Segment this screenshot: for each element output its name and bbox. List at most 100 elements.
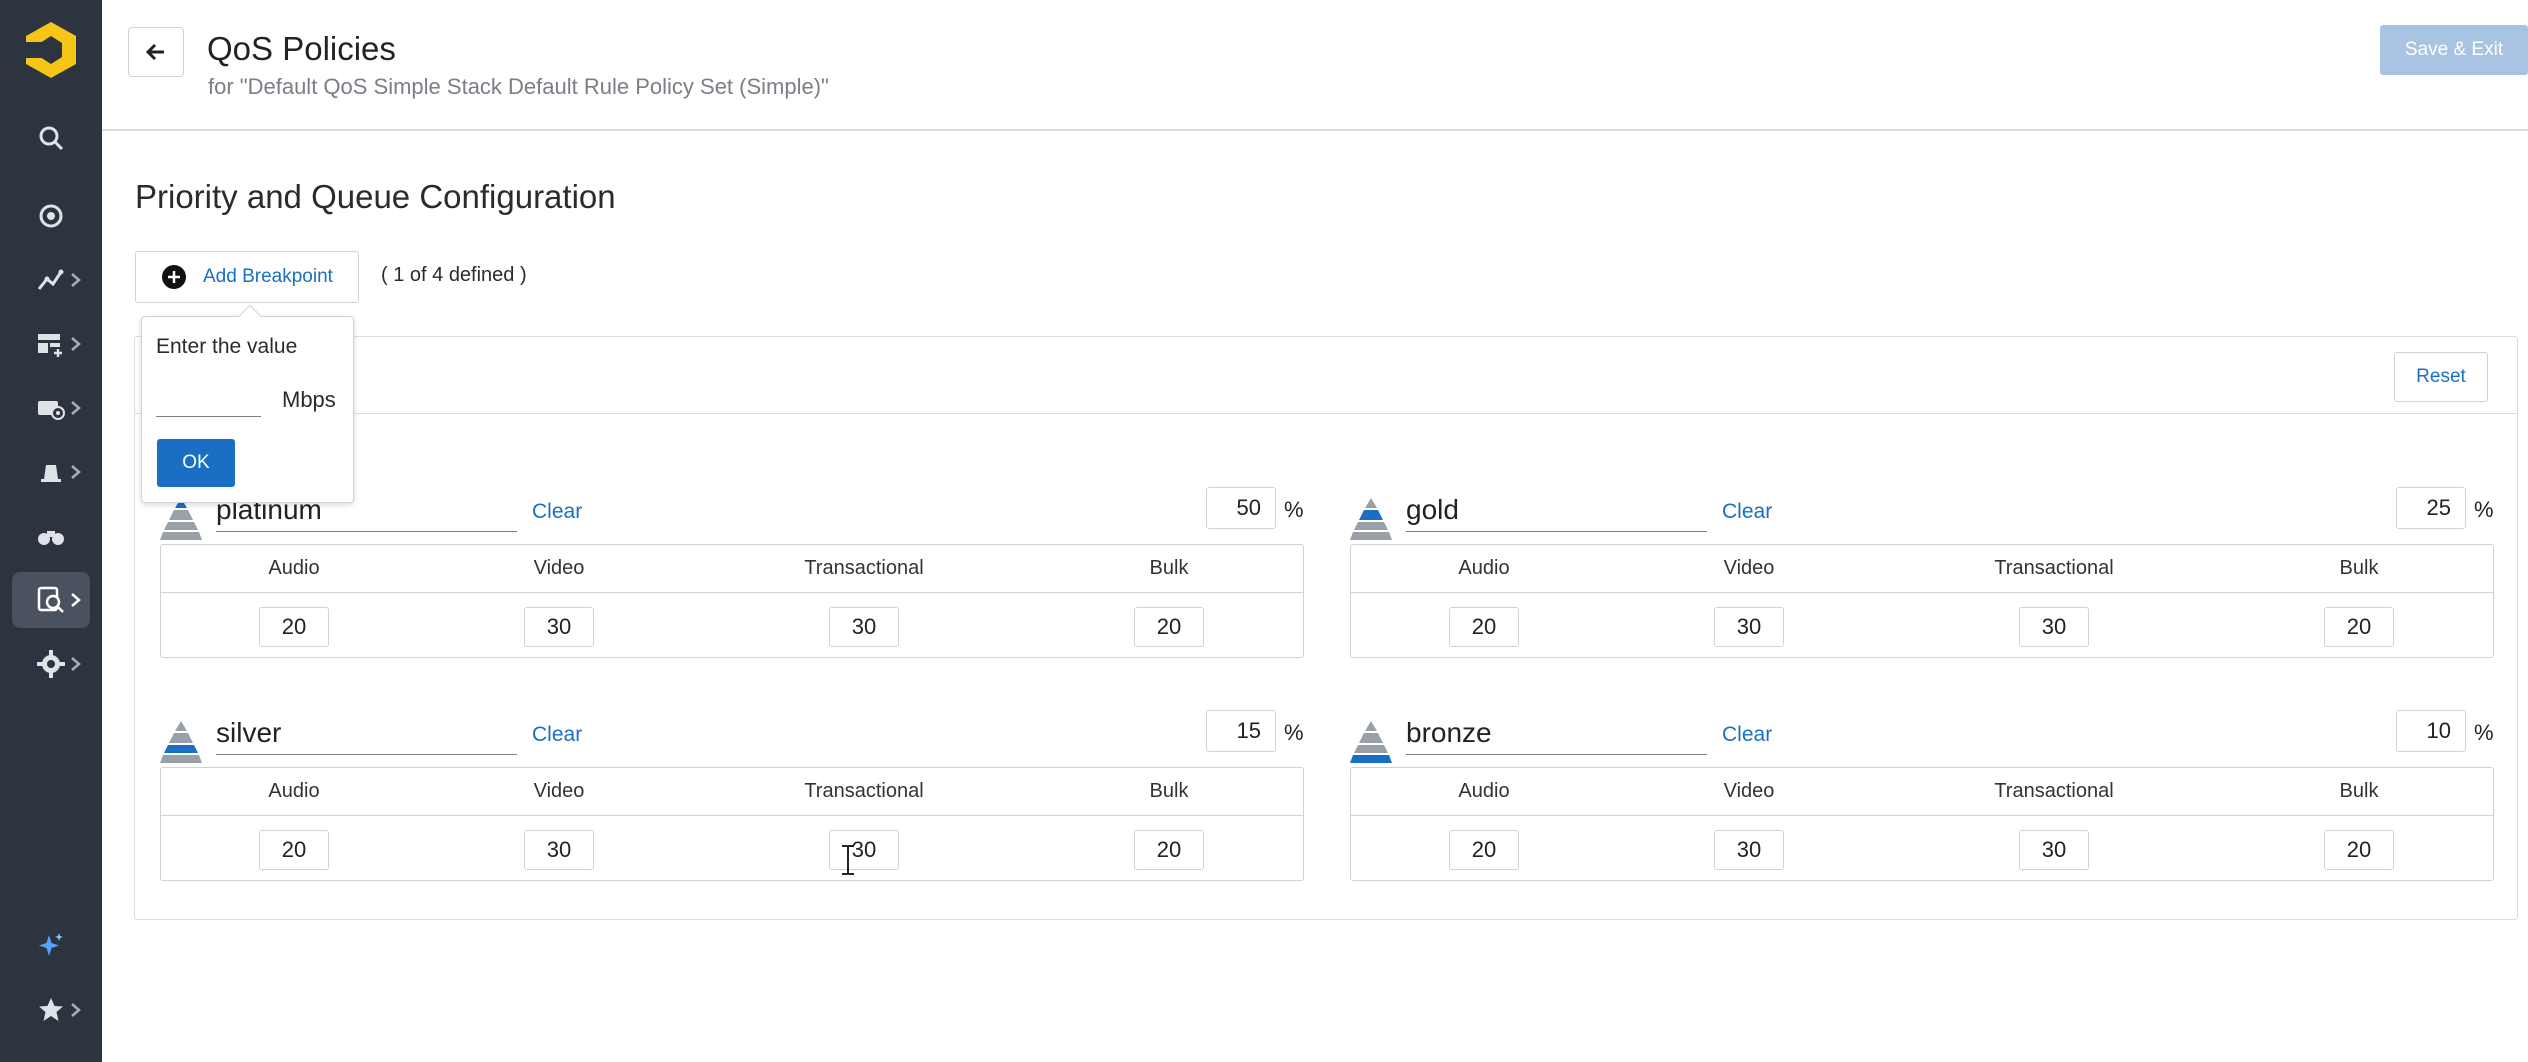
traffic-class-grid: Audio Video Transactional Bulk 20 30 30 20 xyxy=(1350,544,2494,658)
arrow-left-icon xyxy=(145,43,164,61)
text-cursor-icon xyxy=(842,845,854,875)
column-header: Video xyxy=(1723,780,1775,802)
app-logo-icon[interactable] xyxy=(26,22,76,78)
traffic-value-input[interactable]: 20 xyxy=(2324,607,2394,647)
column-header: Transactional xyxy=(1994,780,2114,802)
priority-pyramid-icon xyxy=(1350,498,1392,540)
traffic-value-input[interactable]: 30 xyxy=(524,607,594,647)
sparkle-icon[interactable] xyxy=(12,918,90,974)
reset-button[interactable]: Reset xyxy=(2394,352,2488,402)
grid-header-row: Audio Video Transactional Bulk xyxy=(161,545,1303,593)
star-icon[interactable] xyxy=(12,982,90,1038)
column-header: Transactional xyxy=(804,780,924,802)
page-header: QoS Policies for "Default QoS Simple Sta… xyxy=(102,0,2528,131)
chevron-right-icon xyxy=(71,593,81,607)
traffic-value-input[interactable]: 20 xyxy=(2324,830,2394,870)
panel-divider xyxy=(134,413,2518,414)
chevron-right-icon xyxy=(71,465,81,479)
traffic-value-input[interactable]: 30 xyxy=(1714,607,1784,647)
traffic-value-input[interactable]: 20 xyxy=(1449,830,1519,870)
grid-header-row: Audio Video Transactional Bulk xyxy=(1351,768,2493,816)
traffic-class-grid: Audio Video Transactional Bulk 20 30 30 20 xyxy=(160,544,1304,658)
alerts-icon[interactable] xyxy=(12,444,90,500)
target-icon[interactable] xyxy=(12,188,90,244)
devices-icon[interactable] xyxy=(12,380,90,436)
clear-button[interactable]: Clear xyxy=(1722,500,1772,524)
popover-title: Enter the value xyxy=(156,335,298,358)
percent-sign: % xyxy=(1284,497,1304,522)
traffic-value-input[interactable]: 30 xyxy=(829,607,899,647)
policy-name-input[interactable]: gold xyxy=(1406,492,1707,532)
section-title: Priority and Queue Configuration xyxy=(135,178,616,215)
traffic-value-input[interactable]: 30 xyxy=(2019,607,2089,647)
clear-button[interactable]: Clear xyxy=(532,500,582,524)
chevron-right-icon xyxy=(71,657,81,671)
plus-circle-icon xyxy=(162,265,186,289)
popover-unit: Mbps xyxy=(282,387,336,412)
traffic-value-input[interactable]: 20 xyxy=(1449,607,1519,647)
search-icon[interactable] xyxy=(12,110,90,166)
column-header: Video xyxy=(1723,557,1775,579)
popover-arrow xyxy=(238,304,262,328)
policy-name-input[interactable]: bronze xyxy=(1406,715,1707,755)
percent-input[interactable]: 15 xyxy=(1206,710,1276,752)
grid-header-row: Audio Video Transactional Bulk xyxy=(1351,545,2493,593)
breakpoint-count: ( 1 of 4 defined ) xyxy=(381,264,527,286)
traffic-value-input[interactable]: 30 xyxy=(1714,830,1784,870)
gear-icon[interactable] xyxy=(12,636,90,692)
column-header: Audio xyxy=(268,780,320,802)
back-button[interactable] xyxy=(128,27,184,77)
percent-input[interactable]: 10 xyxy=(2396,710,2466,752)
percent-input[interactable]: 25 xyxy=(2396,487,2466,529)
page-subtitle: for "Default QoS Simple Stack Default Ru… xyxy=(208,74,829,99)
traffic-class-grid: Audio Video Transactional Bulk 20 30 30 20 xyxy=(160,767,1304,881)
column-header: Audio xyxy=(1458,557,1510,579)
traffic-value-input[interactable]: 20 xyxy=(259,830,329,870)
policy-name-input[interactable]: silver xyxy=(216,715,517,755)
chevron-right-icon xyxy=(71,337,81,351)
analytics-icon[interactable] xyxy=(12,252,90,308)
policy-bronze: bronze Clear 10% Audio Video Transactional Bul… xyxy=(1350,710,2494,915)
percent-input[interactable]: 50 xyxy=(1206,487,1276,529)
column-header: Transactional xyxy=(804,557,924,579)
traffic-value-input[interactable]: 30 xyxy=(2019,830,2089,870)
column-header: Transactional xyxy=(1994,557,2114,579)
save-exit-button[interactable]: Save & Exit xyxy=(2380,25,2528,75)
percent-sign: % xyxy=(2474,720,2494,745)
column-header: Audio xyxy=(1458,780,1510,802)
policy-search-icon[interactable] xyxy=(12,572,90,628)
traffic-value-input[interactable]: 20 xyxy=(1134,607,1204,647)
page-title: QoS Policies xyxy=(207,30,396,67)
traffic-value-input[interactable]: 20 xyxy=(1134,830,1204,870)
breakpoint-value-input[interactable] xyxy=(156,387,261,417)
ok-button[interactable]: OK xyxy=(157,439,235,487)
priority-pyramid-icon xyxy=(160,721,202,763)
dashboard-add-icon[interactable] xyxy=(12,316,90,372)
column-header: Bulk xyxy=(2339,780,2379,802)
priority-pyramid-icon xyxy=(1350,721,1392,763)
percent-sign: % xyxy=(2474,497,2494,522)
percent-sign: % xyxy=(1284,720,1304,745)
clear-button[interactable]: Clear xyxy=(532,723,582,747)
traffic-class-grid: Audio Video Transactional Bulk 20 30 30 20 xyxy=(1350,767,2494,881)
breakpoint-popover: Enter the value Mbps OK xyxy=(141,304,354,503)
sidebar xyxy=(0,0,102,1062)
clear-button[interactable]: Clear xyxy=(1722,723,1772,747)
traffic-value-input[interactable]: 30 xyxy=(524,830,594,870)
column-header: Bulk xyxy=(1149,780,1189,802)
add-breakpoint-button[interactable]: Add Breakpoint xyxy=(135,251,359,303)
column-header: Bulk xyxy=(2339,557,2379,579)
column-header: Bulk xyxy=(1149,557,1189,579)
policy-gold: gold Clear 25% Audio Video Transactional Bulk 2… xyxy=(1350,487,2494,692)
grid-header-row: Audio Video Transactional Bulk xyxy=(161,768,1303,816)
column-header: Audio xyxy=(268,557,320,579)
policy-silver: silver Clear 15% Audio Video Transactional Bul… xyxy=(160,710,1304,915)
column-header: Video xyxy=(533,780,585,802)
chevron-right-icon xyxy=(71,401,81,415)
traffic-value-input[interactable]: 20 xyxy=(259,607,329,647)
chevron-right-icon xyxy=(71,1003,81,1017)
chevron-right-icon xyxy=(71,273,81,287)
add-breakpoint-label: Add Breakpoint xyxy=(203,266,333,287)
binoculars-icon[interactable] xyxy=(12,508,90,564)
policy-platinum: platinum Clear 50% Audio Video Transactional B… xyxy=(160,487,1304,692)
